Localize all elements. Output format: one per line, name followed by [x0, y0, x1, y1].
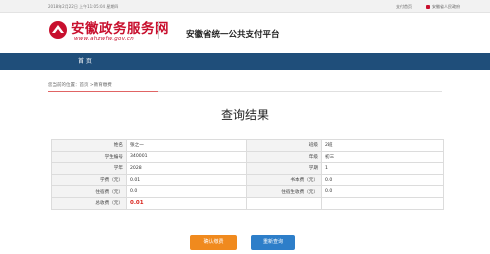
requery-button[interactable]: 重新查询 — [251, 235, 295, 250]
boarder-fee-label: 住宿生收费（元） — [246, 185, 322, 198]
school-year-value: 2028 — [126, 162, 247, 175]
result-table: 姓名 张之一 班级 2班 学生编号 340001 年级 初三 学年 2028 学… — [51, 139, 444, 210]
term-value: 1 — [321, 162, 444, 175]
total-value: 0.01 — [126, 196, 247, 210]
total-label: 总收费（元） — [51, 196, 127, 210]
table-row: 学费（元） 0.01 书本费（元） 0.0 — [51, 173, 444, 187]
main-nav: 首 页 — [0, 53, 490, 70]
class-label: 班级 — [246, 139, 322, 152]
table-row: 学年 2028 学期 1 — [51, 162, 444, 175]
logo-icon — [49, 21, 67, 39]
empty-cell — [246, 196, 322, 210]
nav-home[interactable]: 首 页 — [78, 53, 92, 70]
name-label: 姓名 — [51, 139, 127, 152]
page-title: 查询结果 — [220, 108, 269, 122]
platform-title: 安徽省统一公共支付平台 — [186, 30, 280, 40]
top-links: 支付首页 安徽省人民政府 — [396, 4, 460, 10]
emblem-icon — [426, 5, 430, 9]
table-row: 姓名 张之一 班级 2班 — [51, 139, 444, 152]
lodging-fee-label: 住宿费（元） — [51, 185, 127, 198]
student-id-value: 340001 — [126, 150, 247, 164]
government-link-label: 安徽省人民政府 — [432, 4, 460, 9]
table-row: 住宿费（元） 0.0 住宿生收费（元） 0.0 — [51, 185, 444, 198]
book-fee-label: 书本费（元） — [246, 173, 322, 187]
name-value: 张之一 — [126, 139, 247, 152]
term-label: 学期 — [246, 162, 322, 175]
lodging-fee-value: 0.0 — [126, 185, 247, 198]
tuition-label: 学费（元） — [51, 173, 127, 187]
confirm-payment-button[interactable]: 确认缴费 — [190, 235, 237, 250]
class-value: 2班 — [321, 139, 444, 152]
header-divider — [158, 21, 159, 39]
logo-url: www.ahzwfw.gov.cn — [74, 36, 134, 42]
logo-title: 安徽政务服务网 — [71, 21, 169, 37]
grade-label: 年级 — [246, 150, 322, 164]
tuition-value: 0.01 — [126, 173, 247, 187]
top-bar: 2018年2月22日 上午11:05:04 星期四 支付首页 安徽省人民政府 — [0, 0, 490, 13]
government-link[interactable]: 安徽省人民政府 — [426, 4, 460, 10]
empty-cell — [321, 196, 444, 210]
table-row: 学生编号 340001 年级 初三 — [51, 150, 444, 164]
school-year-label: 学年 — [51, 162, 127, 175]
breadcrumb-accent — [48, 91, 158, 92]
boarder-fee-value: 0.0 — [321, 185, 444, 198]
breadcrumb: 您当前的位置：首页 >教育缴费 — [48, 83, 112, 88]
student-id-label: 学生编号 — [51, 150, 127, 164]
site-header: 安徽政务服务网 www.ahzwfw.gov.cn 安徽省统一公共支付平台 — [0, 13, 490, 53]
table-row: 总收费（元） 0.01 — [51, 196, 444, 210]
current-datetime: 2018年2月22日 上午11:05:04 星期四 — [48, 4, 119, 9]
grade-value: 初三 — [321, 150, 444, 164]
pay-home-link[interactable]: 支付首页 — [396, 4, 412, 10]
book-fee-value: 0.0 — [321, 173, 444, 187]
